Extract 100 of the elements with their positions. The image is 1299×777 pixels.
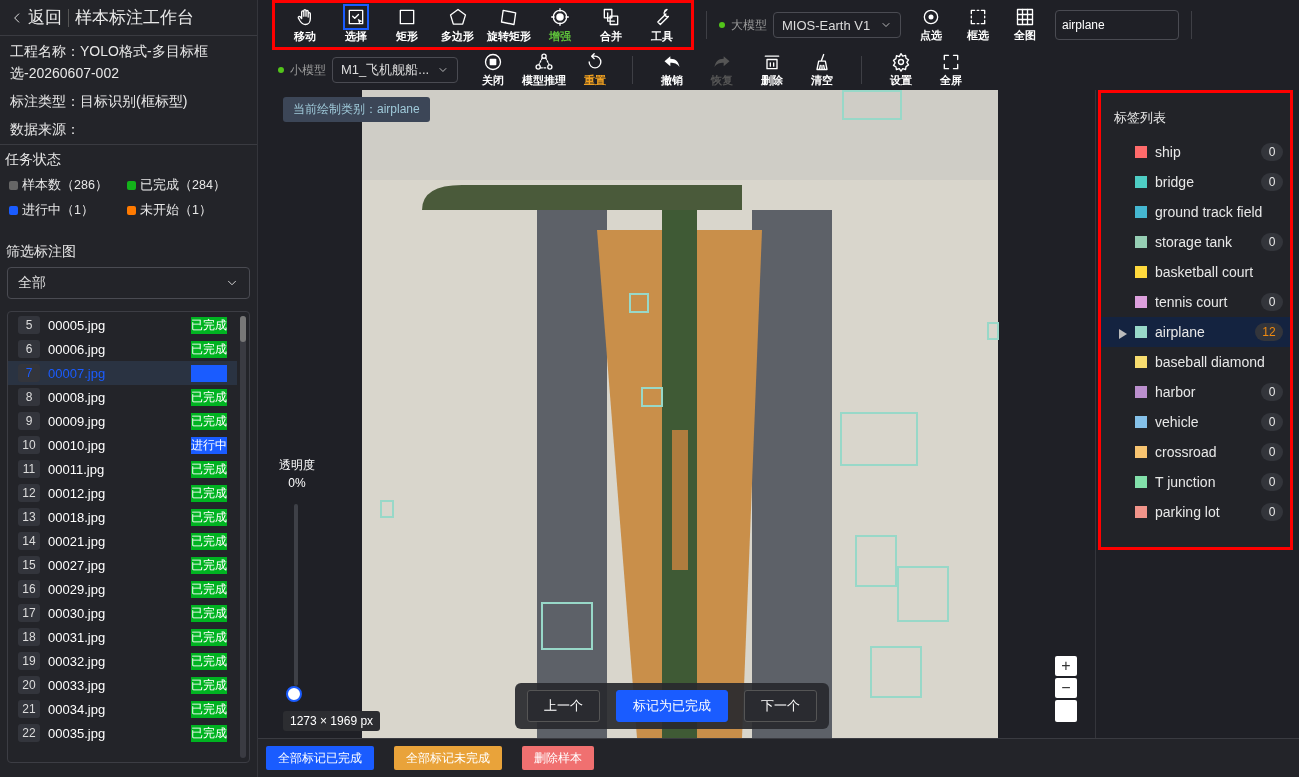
- complete-button[interactable]: 标记为已完成: [616, 690, 728, 722]
- bounding-box[interactable]: [629, 293, 649, 313]
- label-name: bridge: [1155, 174, 1195, 190]
- count-badge: 0: [1261, 413, 1283, 431]
- file-row[interactable]: 21 00034.jpg 已完成: [8, 697, 237, 721]
- tool-button[interactable]: 全图: [1003, 7, 1047, 43]
- label-item[interactable]: storage tank 0: [1101, 227, 1290, 257]
- status-tag: 已完成: [191, 628, 227, 646]
- label-name: harbor: [1155, 384, 1197, 400]
- label-name: T junction: [1155, 474, 1217, 490]
- action-button[interactable]: 重置: [572, 52, 618, 88]
- row-number: 12: [18, 484, 40, 502]
- page-title: 样本标注工作台: [75, 7, 194, 29]
- file-row[interactable]: 18 00031.jpg 已完成: [8, 625, 237, 649]
- file-name: 00031.jpg: [48, 629, 107, 645]
- status-tag: 已完成: [191, 556, 227, 574]
- filter-dropdown[interactable]: 全部: [7, 267, 250, 299]
- file-row[interactable]: 11 00011.jpg 已完成: [8, 457, 237, 481]
- status-tag: 已完成: [191, 412, 227, 430]
- model-dropdown[interactable]: MIOS-Earth V1: [773, 12, 901, 38]
- bounding-box[interactable]: [541, 602, 593, 650]
- status-tag: 已完成: [191, 340, 227, 358]
- label-item[interactable]: harbor 0: [1101, 377, 1290, 407]
- action-button[interactable]: 全屏: [926, 52, 976, 88]
- file-row[interactable]: 17 00030.jpg 已完成: [8, 601, 237, 625]
- action-button[interactable]: 撤销: [647, 52, 697, 88]
- status-tag: 已完成: [191, 724, 227, 742]
- file-row[interactable]: 14 00021.jpg 已完成: [8, 529, 237, 553]
- action-button[interactable]: 关闭: [470, 52, 516, 88]
- tool-button[interactable]: 增强: [534, 6, 585, 44]
- bounding-box[interactable]: [641, 387, 663, 407]
- file-row[interactable]: 12 00012.jpg 已完成: [8, 481, 237, 505]
- bulk-action-button[interactable]: 全部标记已完成: [266, 746, 374, 770]
- label-item[interactable]: tennis court 0: [1101, 287, 1290, 317]
- tool-button[interactable]: 多边形: [432, 6, 483, 44]
- data-source: 数据来源：: [10, 120, 81, 139]
- slider-thumb[interactable]: [286, 686, 302, 702]
- label-name: parking lot: [1155, 504, 1221, 520]
- tool-button[interactable]: 矩形: [381, 6, 432, 44]
- file-name: 00005.jpg: [48, 317, 107, 333]
- tool-button[interactable]: 点选: [909, 7, 953, 43]
- count-badge: 0: [1261, 443, 1283, 461]
- panel-title: 标签列表: [1113, 109, 1167, 127]
- row-number: 22: [18, 724, 40, 742]
- opacity-label: 透明度: [279, 457, 315, 474]
- label-item[interactable]: crossroad 0: [1101, 437, 1290, 467]
- target-icon: [549, 6, 570, 27]
- file-row[interactable]: 9 00009.jpg 已完成: [8, 409, 237, 433]
- label-item[interactable]: ship 0: [1101, 137, 1290, 167]
- tool-button[interactable]: 工具: [636, 6, 687, 44]
- tool-button[interactable]: 旋转矩形: [483, 6, 534, 44]
- file-row[interactable]: 15 00027.jpg 已完成: [8, 553, 237, 577]
- tool-button[interactable]: 合并: [585, 6, 636, 44]
- file-row[interactable]: 8 00008.jpg 已完成: [8, 385, 237, 409]
- action-button[interactable]: 清空: [797, 52, 847, 88]
- file-row[interactable]: 22 00035.jpg 已完成: [8, 721, 237, 745]
- zoom-reset-button[interactable]: [1055, 700, 1077, 722]
- label-item[interactable]: bridge 0: [1101, 167, 1290, 197]
- row-number: 9: [18, 412, 40, 430]
- file-row[interactable]: 10 00010.jpg 进行中: [8, 433, 237, 457]
- file-row[interactable]: 16 00029.jpg 已完成: [8, 577, 237, 601]
- status-tag: 已完成: [191, 388, 227, 406]
- file-row[interactable]: 6 00006.jpg 已完成: [8, 337, 237, 361]
- file-row[interactable]: 20 00033.jpg 已完成: [8, 673, 237, 697]
- tool-button[interactable]: 移动: [279, 6, 330, 44]
- tool-button[interactable]: 选择: [330, 6, 381, 44]
- tool-button[interactable]: 框选: [956, 7, 1000, 43]
- label-item[interactable]: airplane 12: [1101, 317, 1290, 347]
- nav-button[interactable]: 上一个: [527, 690, 600, 722]
- label-item[interactable]: parking lot 0: [1101, 497, 1290, 527]
- back-link[interactable]: 返回: [10, 6, 62, 29]
- row-number: 20: [18, 676, 40, 694]
- label-item[interactable]: basketball court: [1101, 257, 1290, 287]
- annotation-type: 标注类型：目标识别(框标型): [10, 92, 189, 111]
- label-item[interactable]: baseball diamond: [1101, 347, 1290, 377]
- nav-button[interactable]: 下一个: [744, 690, 817, 722]
- prompt-input[interactable]: airplane: [1055, 10, 1179, 40]
- row-number: 18: [18, 628, 40, 646]
- label-item[interactable]: T junction 0: [1101, 467, 1290, 497]
- section-title: 筛选标注图: [5, 242, 77, 261]
- zoom-out-button[interactable]: −: [1055, 678, 1077, 698]
- label-name: airplane: [1155, 324, 1206, 340]
- file-row[interactable]: 19 00032.jpg 已完成: [8, 649, 237, 673]
- file-name: 00035.jpg: [48, 725, 107, 741]
- file-row[interactable]: 5 00005.jpg 已完成: [8, 313, 237, 337]
- dashed-frame-icon: [968, 7, 988, 27]
- file-name: 00010.jpg: [48, 437, 107, 453]
- model-dropdown[interactable]: M1_飞机舰船...: [332, 57, 458, 83]
- status-count: 未开始（1）: [140, 202, 212, 219]
- action-button[interactable]: 设置: [876, 52, 926, 88]
- label-item[interactable]: vehicle 0: [1101, 407, 1290, 437]
- fullscreen-icon: [941, 52, 961, 72]
- file-name: 00034.jpg: [48, 701, 107, 717]
- zoom-in-button[interactable]: +: [1055, 656, 1077, 676]
- status-dot: [719, 22, 725, 28]
- action-button[interactable]: 删除: [747, 52, 797, 88]
- file-row[interactable]: 13 00018.jpg 已完成: [8, 505, 237, 529]
- label-item[interactable]: ground track field: [1101, 197, 1290, 227]
- file-name: 00007.jpg: [48, 365, 107, 381]
- action-button[interactable]: 模型推理: [516, 52, 572, 88]
